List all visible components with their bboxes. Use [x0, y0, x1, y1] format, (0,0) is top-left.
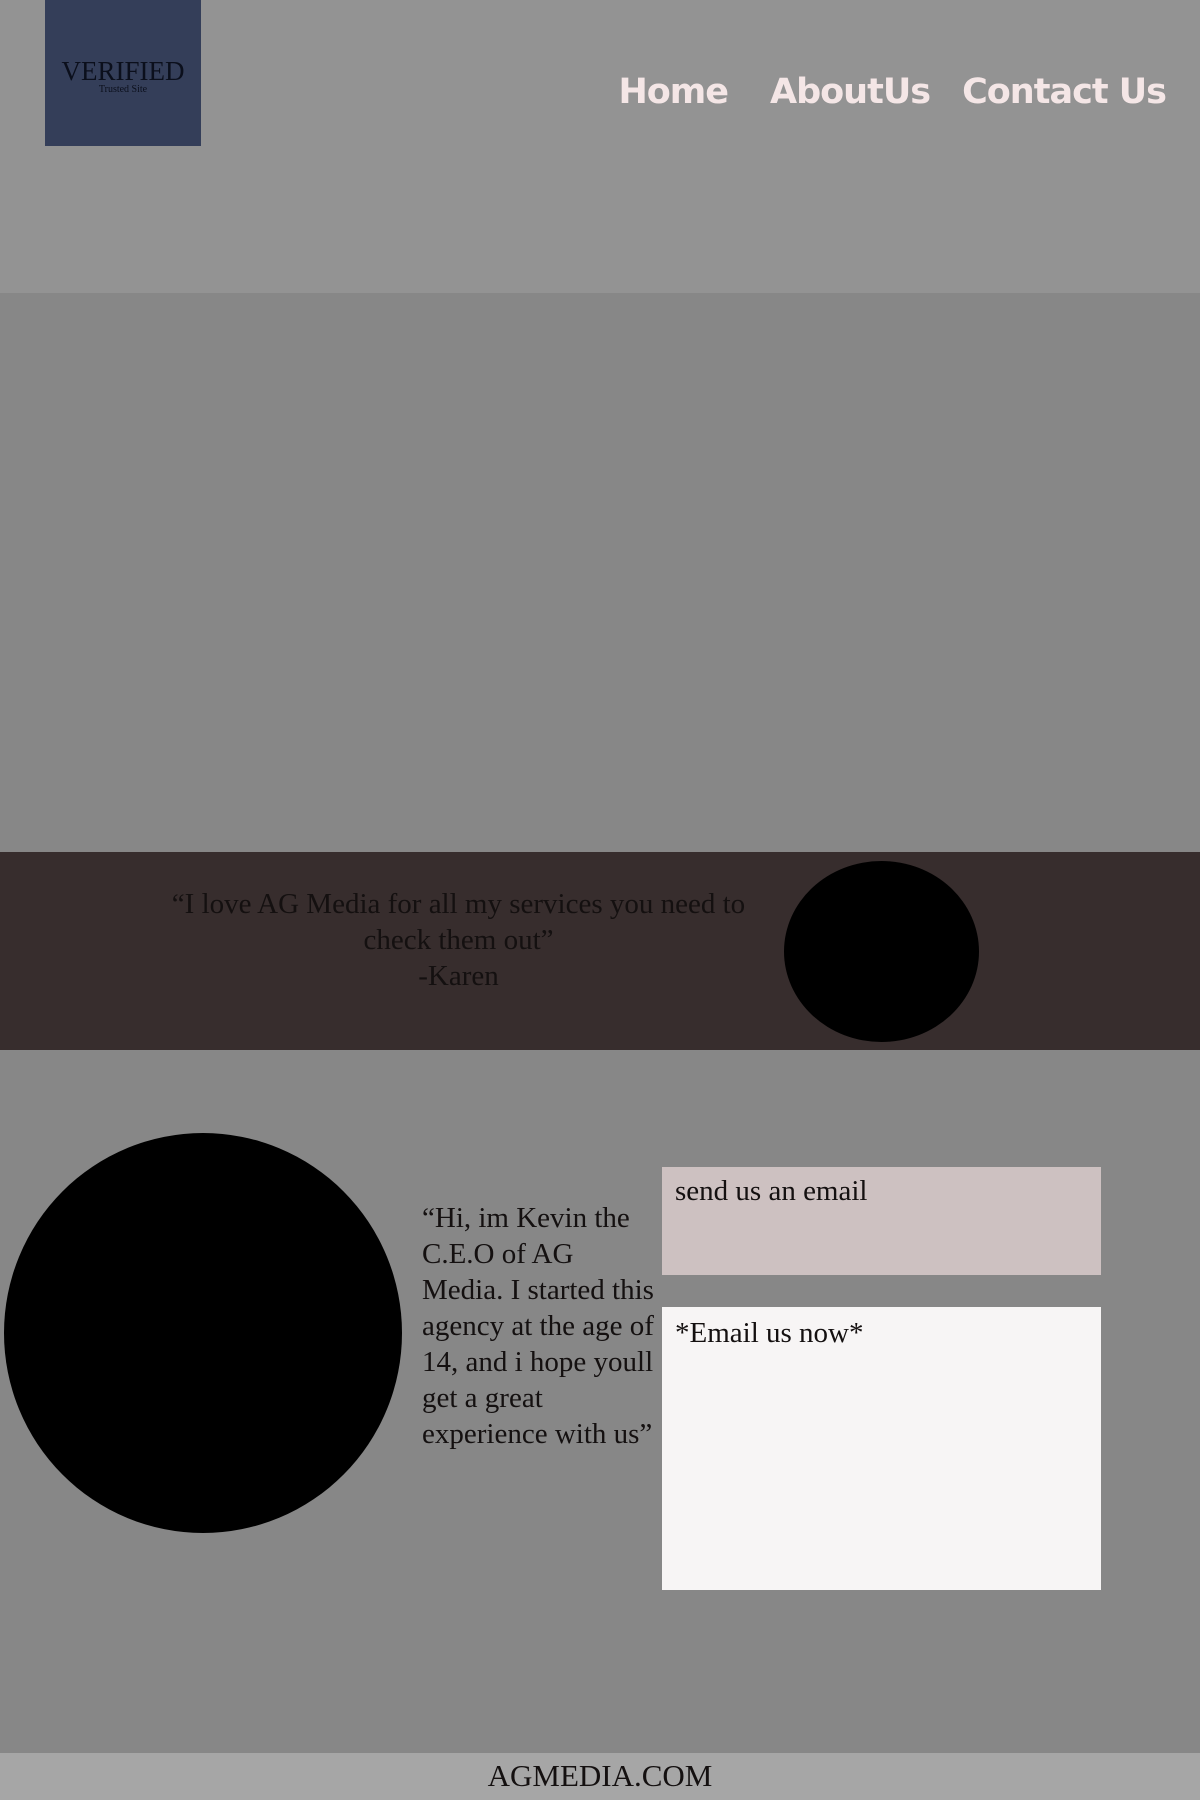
testimonial-author: -Karen — [418, 960, 499, 992]
testimonial-quote: “I love AG Media for all my services you… — [171, 888, 746, 956]
email-label: send us an email — [662, 1167, 1101, 1275]
ceo-avatar — [4, 1133, 402, 1533]
site-footer: AGMEDIA.COM — [0, 1753, 1200, 1800]
testimonial-section: “I love AG Media for all my services you… — [0, 852, 1200, 1050]
verified-badge: VERIFIED Trusted Site — [45, 0, 201, 146]
nav-home-link[interactable]: Home — [618, 70, 729, 114]
email-input[interactable] — [662, 1307, 1101, 1590]
hero-section — [0, 293, 1200, 852]
ceo-message: “Hi, im Kevin the C.E.O of AG Media. I s… — [422, 1202, 654, 1450]
badge-title: VERIFIED — [61, 56, 185, 86]
badge-subtitle: Trusted Site — [98, 84, 148, 95]
testimonial-quote-block: “I love AG Media for all my services you… — [150, 886, 767, 994]
testimonial-avatar — [784, 861, 979, 1042]
main-nav: Home AboutUs Contact Us — [618, 70, 1167, 114]
footer-domain: AGMEDIA.COM — [487, 1758, 713, 1793]
nav-about-link[interactable]: AboutUs — [770, 70, 931, 114]
site-header: VERIFIED Trusted Site Home AboutUs Conta… — [0, 0, 1200, 293]
nav-contact-link[interactable]: Contact Us — [962, 70, 1167, 114]
